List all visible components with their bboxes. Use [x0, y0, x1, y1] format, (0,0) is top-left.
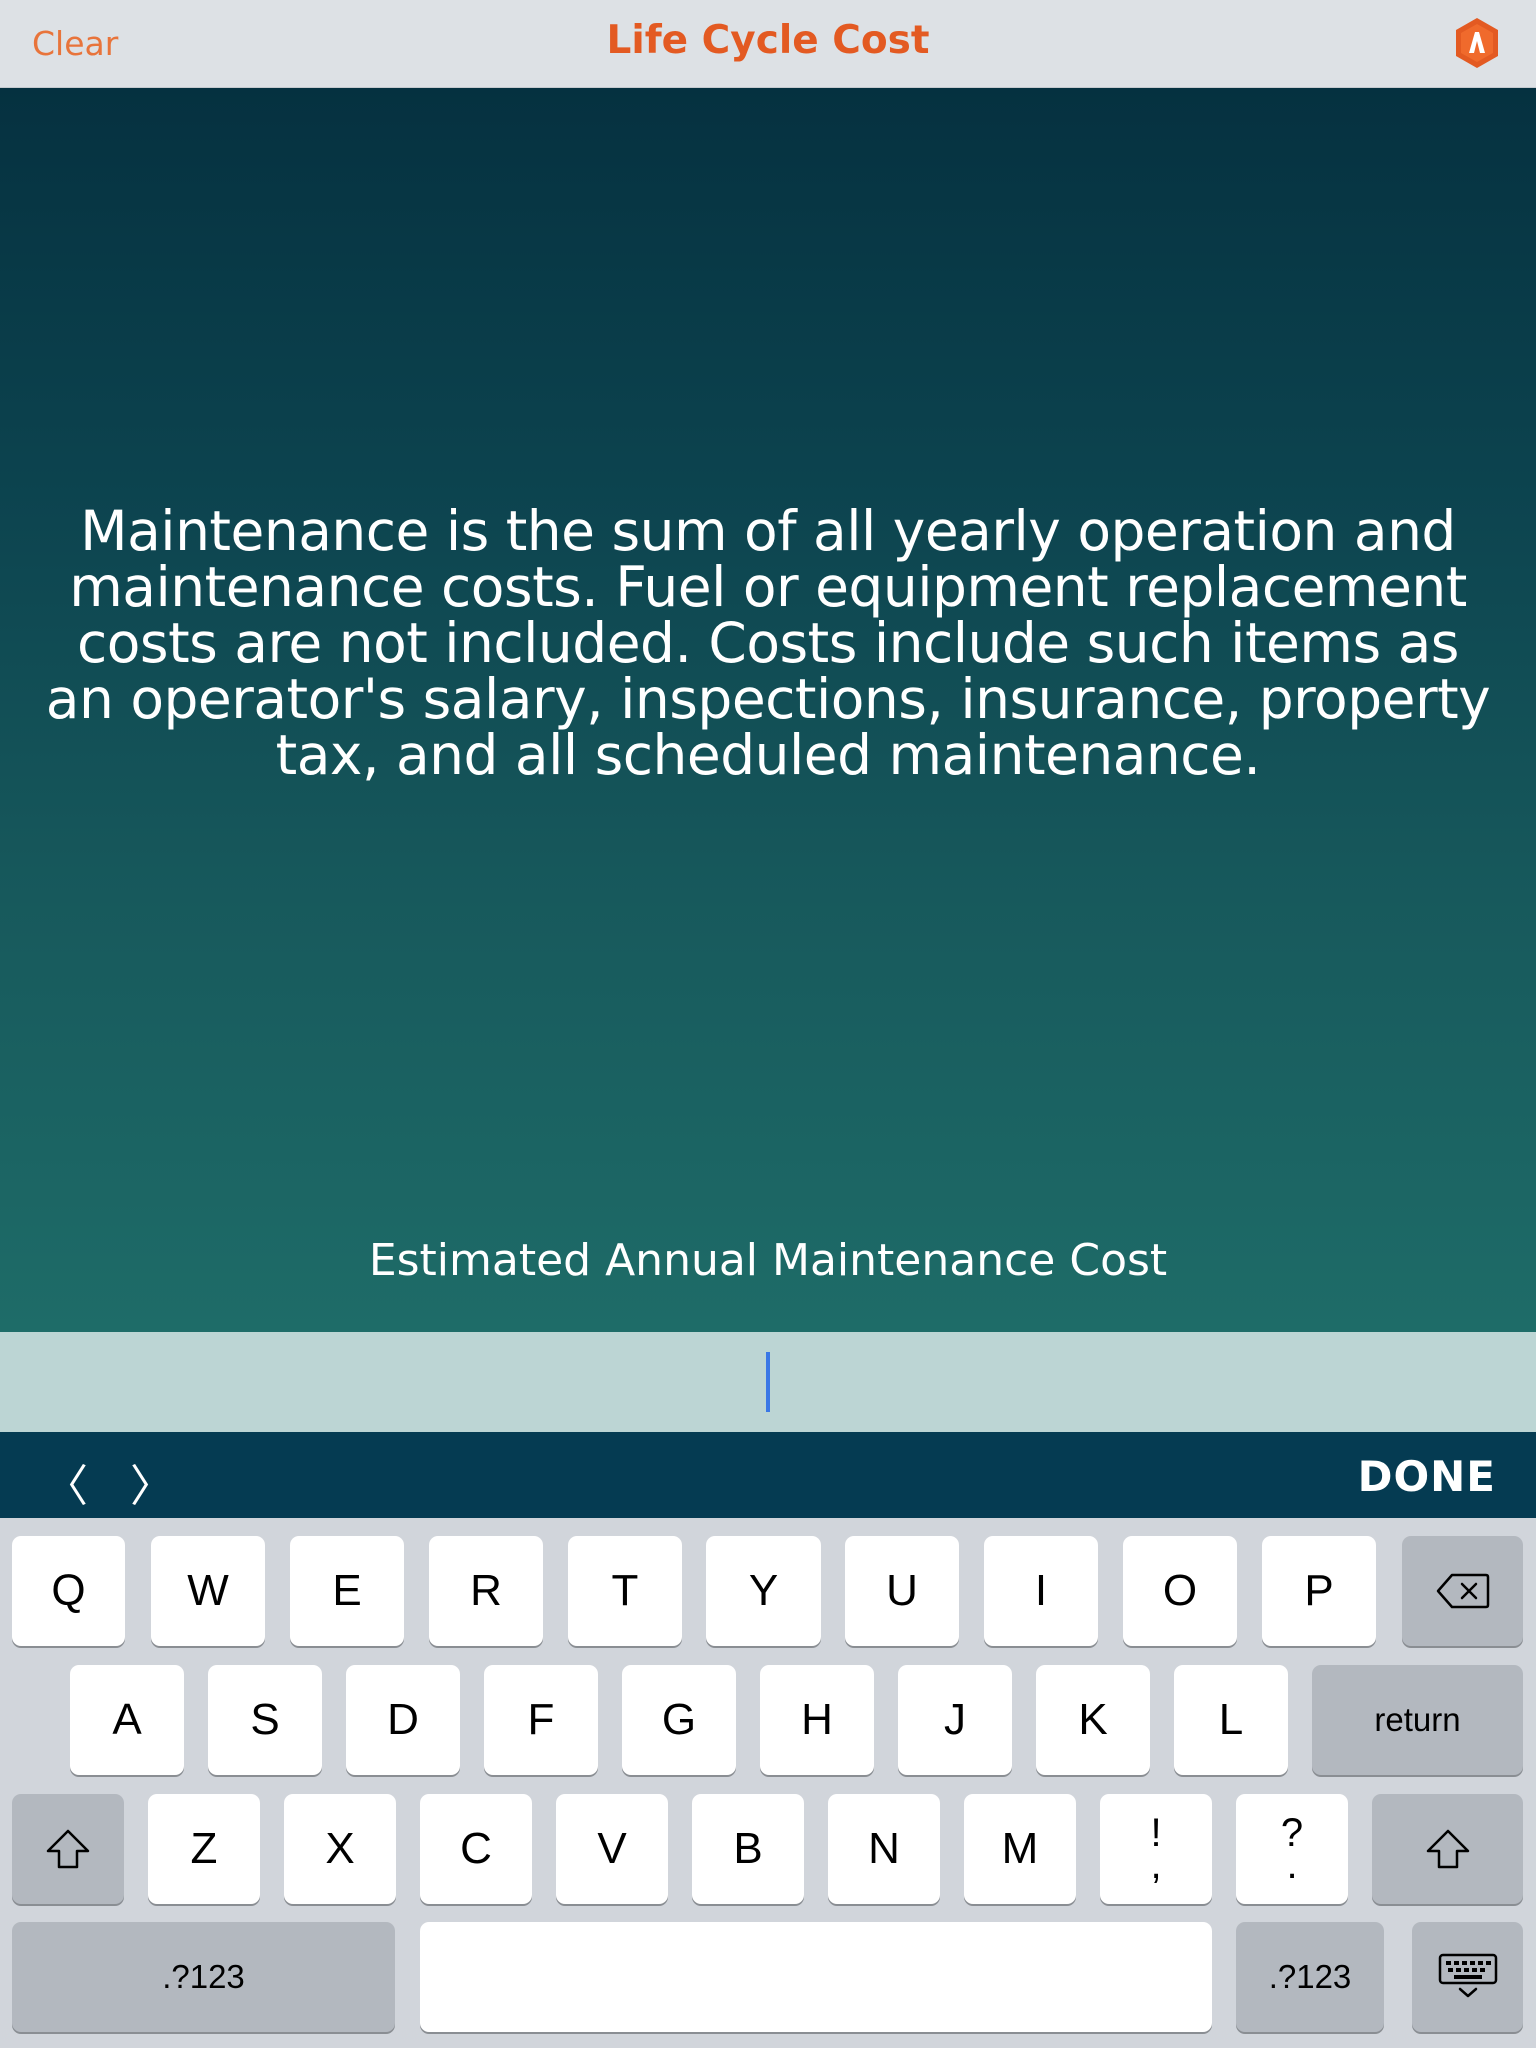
key-h[interactable]: H: [760, 1665, 874, 1775]
backspace-key[interactable]: [1402, 1536, 1523, 1646]
key-x[interactable]: X: [284, 1794, 396, 1904]
key-l[interactable]: L: [1174, 1665, 1288, 1775]
key-b[interactable]: B: [692, 1794, 804, 1904]
space-key[interactable]: [420, 1922, 1212, 2032]
shift-icon: [46, 1829, 90, 1869]
key-s[interactable]: S: [208, 1665, 322, 1775]
app-logo-icon[interactable]: [1450, 16, 1504, 70]
key-t[interactable]: T: [568, 1536, 682, 1646]
numbers-key-left[interactable]: .?123: [12, 1922, 395, 2032]
key-j[interactable]: J: [898, 1665, 1012, 1775]
key-y[interactable]: Y: [706, 1536, 821, 1646]
period-char: .: [1286, 1843, 1298, 1887]
key-a[interactable]: A: [70, 1665, 184, 1775]
numbers-key-right[interactable]: .?123: [1236, 1922, 1384, 2032]
key-v[interactable]: V: [556, 1794, 668, 1904]
key-e[interactable]: E: [290, 1536, 404, 1646]
field-label: Estimated Annual Maintenance Cost: [368, 1235, 1168, 1286]
next-field-button[interactable]: 〉: [130, 1450, 174, 1514]
keyboard-dismiss-icon: [1438, 1953, 1497, 1998]
return-key[interactable]: return: [1312, 1665, 1523, 1775]
key-r[interactable]: R: [429, 1536, 543, 1646]
comma-char: ,: [1150, 1843, 1162, 1887]
key-p[interactable]: P: [1262, 1536, 1376, 1646]
shift-key-left[interactable]: [12, 1794, 124, 1904]
key-o[interactable]: O: [1123, 1536, 1237, 1646]
key-k[interactable]: K: [1036, 1665, 1150, 1775]
key-i[interactable]: I: [984, 1536, 1098, 1646]
main-content: Maintenance is the sum of all yearly ope…: [0, 88, 1536, 1332]
description-text: Maintenance is the sum of all yearly ope…: [45, 499, 1491, 787]
shift-key-right[interactable]: [1372, 1794, 1523, 1904]
done-button[interactable]: DONE: [1358, 1452, 1496, 1501]
numbers-label: .?123: [1268, 1958, 1352, 1995]
key-n[interactable]: N: [828, 1794, 940, 1904]
key-z[interactable]: Z: [148, 1794, 260, 1904]
key-u[interactable]: U: [845, 1536, 959, 1646]
text-cursor: [766, 1352, 770, 1412]
navigation-bar: Clear Life Cycle Cost: [0, 0, 1536, 88]
maintenance-cost-input[interactable]: [0, 1332, 1536, 1432]
key-question-period[interactable]: ? .: [1236, 1794, 1348, 1904]
dismiss-keyboard-key[interactable]: [1412, 1922, 1523, 2032]
shift-icon: [1426, 1829, 1469, 1869]
previous-field-button[interactable]: 〈: [44, 1450, 88, 1514]
return-label: return: [1374, 1701, 1461, 1738]
key-f[interactable]: F: [484, 1665, 598, 1775]
page-title: Life Cycle Cost: [606, 18, 930, 63]
key-c[interactable]: C: [420, 1794, 532, 1904]
key-m[interactable]: M: [964, 1794, 1076, 1904]
key-q[interactable]: Q: [12, 1536, 125, 1646]
keyboard-accessory-bar: 〈 〉 DONE: [0, 1432, 1536, 1518]
key-w[interactable]: W: [151, 1536, 265, 1646]
numbers-label: .?123: [162, 1958, 245, 1995]
keyboard: Q W E R T Y U I O P A S D F G H J K L re…: [0, 1518, 1536, 2048]
key-exclaim-comma[interactable]: ! ,: [1100, 1794, 1212, 1904]
key-g[interactable]: G: [622, 1665, 736, 1775]
backspace-icon: [1436, 1573, 1489, 1609]
key-d[interactable]: D: [346, 1665, 460, 1775]
